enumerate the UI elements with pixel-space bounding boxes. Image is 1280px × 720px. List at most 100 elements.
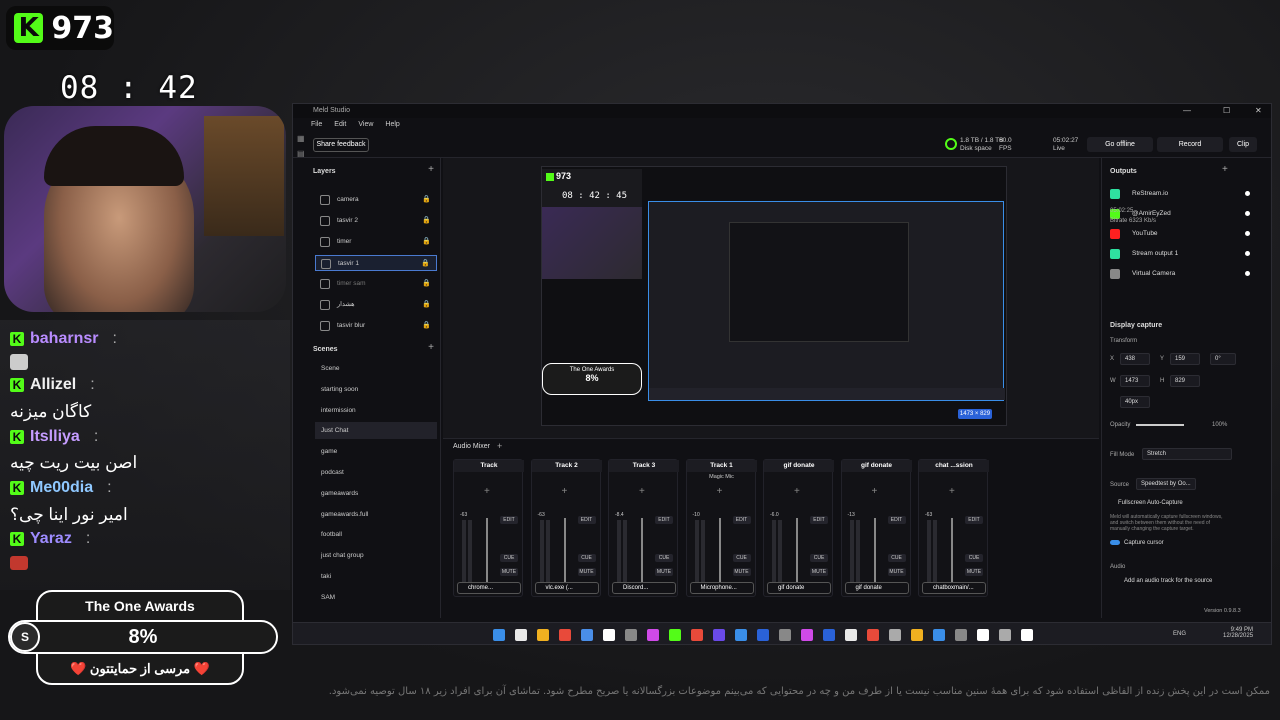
edit-button[interactable]: EDIT bbox=[577, 516, 596, 524]
scene-item[interactable]: just chat group bbox=[315, 547, 437, 564]
mute-button[interactable]: MUTE bbox=[577, 568, 596, 576]
scene-item[interactable]: starting soon bbox=[315, 381, 437, 398]
taskbar-app-icon[interactable] bbox=[977, 629, 989, 641]
scene-item[interactable]: podcast bbox=[315, 464, 437, 481]
taskbar-app-icon[interactable] bbox=[625, 629, 637, 641]
lock-icon[interactable]: 🔒 bbox=[422, 192, 431, 208]
lock-icon[interactable]: 🔒 bbox=[421, 256, 430, 272]
scene-item[interactable]: game bbox=[315, 443, 437, 460]
taskbar-app-icon[interactable] bbox=[779, 629, 791, 641]
edit-button[interactable]: EDIT bbox=[887, 516, 906, 524]
taskbar-app-icon[interactable] bbox=[845, 629, 857, 641]
scene-item[interactable]: taki bbox=[315, 568, 437, 585]
add-filter-button[interactable]: + bbox=[484, 486, 490, 497]
track-header[interactable]: Track 3 bbox=[609, 460, 679, 472]
mute-button[interactable]: MUTE bbox=[887, 568, 906, 576]
track-header[interactable]: Track 1 bbox=[686, 460, 757, 472]
output-status-dot[interactable] bbox=[1245, 211, 1250, 216]
output-status-dot[interactable] bbox=[1245, 231, 1250, 236]
taskbar-app-icon[interactable] bbox=[713, 629, 725, 641]
mute-button[interactable]: MUTE bbox=[810, 568, 828, 576]
close-icon[interactable]: ✕ bbox=[1255, 104, 1262, 118]
taskbar-app-icon[interactable] bbox=[647, 629, 659, 641]
taskbar-app-icon[interactable] bbox=[669, 629, 681, 641]
cue-button[interactable]: CUE bbox=[810, 554, 828, 562]
track-header[interactable]: Track 2 bbox=[531, 460, 602, 472]
track-source-select[interactable]: vlc.exe (... bbox=[534, 582, 599, 594]
scene-item[interactable]: Just Chat bbox=[315, 422, 437, 440]
fullscreen-option[interactable]: Fullscreen Auto-Capture bbox=[1118, 500, 1183, 506]
track-header[interactable]: gif donate bbox=[841, 460, 912, 472]
taskbar-app-icon[interactable] bbox=[581, 629, 593, 641]
taskbar-app-icon[interactable] bbox=[801, 629, 813, 641]
edit-button[interactable]: EDIT bbox=[500, 516, 518, 524]
track-source-select[interactable]: Microphone... bbox=[689, 582, 754, 594]
add-audio-option[interactable]: Add an audio track for the source bbox=[1124, 578, 1212, 584]
tray-language[interactable]: ENG bbox=[1173, 631, 1186, 637]
taskbar-app-icon[interactable] bbox=[559, 629, 571, 641]
cue-button[interactable]: CUE bbox=[655, 554, 673, 562]
menu-help[interactable]: Help bbox=[385, 118, 399, 132]
add-filter-button[interactable]: + bbox=[794, 486, 800, 497]
mute-button[interactable]: MUTE bbox=[655, 568, 673, 576]
volume-fader[interactable] bbox=[796, 518, 798, 582]
volume-fader[interactable] bbox=[951, 518, 953, 582]
scene-item[interactable]: intermission bbox=[315, 402, 437, 419]
track-source-select[interactable]: chatboxmain/... bbox=[922, 582, 986, 594]
add-filter-button[interactable]: + bbox=[717, 486, 723, 497]
edit-button[interactable]: EDIT bbox=[965, 516, 983, 524]
edit-button[interactable]: EDIT bbox=[655, 516, 673, 524]
volume-fader[interactable] bbox=[718, 518, 721, 582]
track-source-select[interactable]: Discord... bbox=[612, 582, 676, 594]
scene-canvas[interactable]: 973 08 : 42 : 45 The One Awards 8% bbox=[541, 166, 1007, 426]
taskbar-app-icon[interactable] bbox=[735, 629, 747, 641]
cue-button[interactable]: CUE bbox=[500, 554, 518, 562]
clip-button[interactable]: Clip bbox=[1229, 137, 1257, 152]
add-filter-button[interactable]: + bbox=[639, 486, 645, 497]
x-field[interactable]: 438 bbox=[1120, 353, 1150, 365]
taskbar-app-icon[interactable] bbox=[603, 629, 615, 641]
layer-item[interactable]: tasvir blur 🔒 bbox=[315, 318, 437, 334]
add-layer-button[interactable]: + bbox=[428, 164, 434, 175]
add-output-button[interactable]: + bbox=[1222, 164, 1228, 175]
add-track-button[interactable]: + bbox=[497, 441, 502, 451]
lock-icon[interactable]: 🔒 bbox=[422, 318, 431, 334]
volume-fader[interactable] bbox=[641, 518, 643, 582]
taskbar-app-icon[interactable] bbox=[515, 629, 527, 641]
tray-clock[interactable]: 9:49 PM 12/28/2025 bbox=[1223, 627, 1253, 639]
taskbar-app-icon[interactable] bbox=[537, 629, 549, 641]
taskbar-app-icon[interactable] bbox=[955, 629, 967, 641]
add-scene-button[interactable]: + bbox=[428, 342, 434, 353]
menu-file[interactable]: File bbox=[311, 118, 322, 132]
taskbar-app-icon[interactable] bbox=[823, 629, 835, 641]
rotation-field[interactable]: 0° bbox=[1210, 353, 1236, 365]
y-field[interactable]: 159 bbox=[1170, 353, 1200, 365]
track-header[interactable]: Track bbox=[454, 460, 524, 472]
taskbar-app-icon[interactable] bbox=[889, 629, 901, 641]
share-feedback-button[interactable]: Share feedback bbox=[313, 138, 369, 152]
taskbar-app-icon[interactable] bbox=[493, 629, 505, 641]
cue-button[interactable]: CUE bbox=[965, 554, 983, 562]
taskbar-app-icon[interactable] bbox=[911, 629, 923, 641]
scene-item[interactable]: gameawards bbox=[315, 485, 437, 502]
output-item[interactable]: ReStream.io bbox=[1110, 186, 1250, 202]
capture-cursor-toggle[interactable] bbox=[1110, 540, 1120, 545]
output-item[interactable]: YouTube bbox=[1110, 226, 1250, 242]
captured-display[interactable] bbox=[648, 201, 1005, 401]
track-header[interactable]: chat ...ssion bbox=[919, 460, 989, 472]
scene-item[interactable]: SAM bbox=[315, 589, 437, 606]
taskbar-app-icon[interactable] bbox=[999, 629, 1011, 641]
layer-item[interactable]: tasvir 1 🔒 bbox=[315, 255, 437, 271]
mute-button[interactable]: MUTE bbox=[732, 568, 751, 576]
track-source-select[interactable]: gif donate bbox=[767, 582, 831, 594]
menu-view[interactable]: View bbox=[358, 118, 373, 132]
scene-item[interactable]: football bbox=[315, 526, 437, 543]
layer-item[interactable]: timer 🔒 bbox=[315, 234, 437, 250]
lock-icon[interactable]: 🔒 bbox=[422, 276, 431, 292]
taskbar-app-icon[interactable] bbox=[867, 629, 879, 641]
add-filter-button[interactable]: + bbox=[562, 486, 568, 497]
output-status-dot[interactable] bbox=[1245, 191, 1250, 196]
layer-item[interactable]: timer sam 🔒 bbox=[315, 276, 437, 292]
track-source-select[interactable]: chrome... bbox=[457, 582, 521, 594]
scene-item[interactable]: Scene bbox=[315, 360, 437, 377]
